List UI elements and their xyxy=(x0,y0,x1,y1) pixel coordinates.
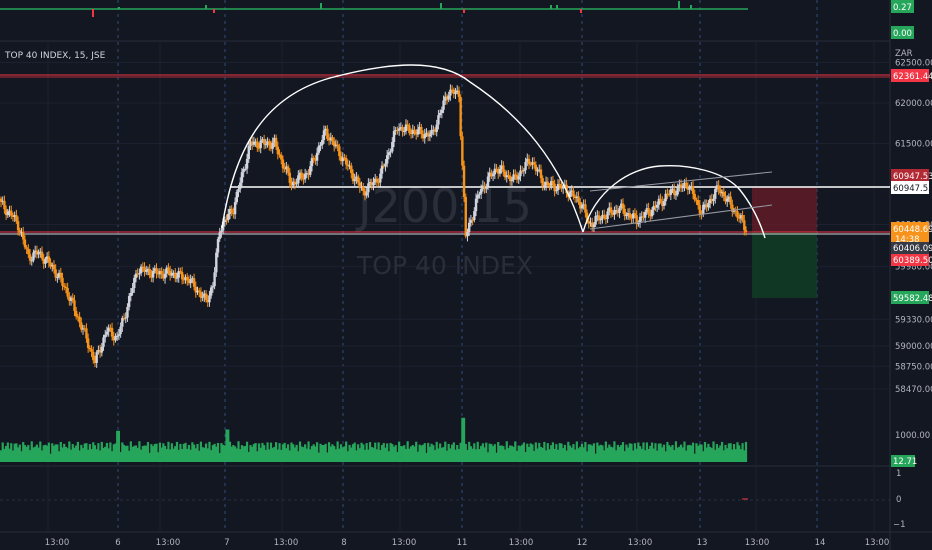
candle xyxy=(461,131,464,170)
badge-top-indicator: 0.27 xyxy=(891,0,914,13)
svg-text:60389.50: 60389.50 xyxy=(893,256,932,266)
time-tick-label: 11 xyxy=(457,538,468,548)
price-tick-label: 58750.00 xyxy=(895,362,932,372)
time-tick-label: 12 xyxy=(577,538,588,548)
time-tick-label: 13:00 xyxy=(628,538,653,548)
price-tick-label: 62000.00 xyxy=(895,99,932,109)
watermark-name: TOP 40 INDEX xyxy=(356,251,533,280)
time-tick-label: 7 xyxy=(224,538,229,548)
top-indicator-bar xyxy=(440,3,442,9)
badge-current-price: 60448.69 14:38 xyxy=(891,222,932,245)
bottom-tick-0: 0 xyxy=(896,495,901,505)
price-tick-label: 59000.00 xyxy=(895,342,932,352)
svg-text:0.27: 0.27 xyxy=(893,3,912,13)
top-indicator-bar xyxy=(678,1,680,9)
top-indicator-bar xyxy=(213,9,215,13)
price-tick-label: 59330.00 xyxy=(895,315,932,325)
badge-support-low: 60389.50 xyxy=(891,254,932,266)
volume-bar xyxy=(744,441,748,462)
top-indicator-bar xyxy=(320,3,322,9)
badge-stop-level: 60947.53 xyxy=(891,169,932,182)
time-tick-label: 13:00 xyxy=(274,538,299,548)
badge-support-high: 60406.09 xyxy=(891,242,932,254)
top-indicator-bar xyxy=(550,5,552,9)
time-tick-label: 13:00 xyxy=(509,538,534,548)
top-indicator-bar xyxy=(463,9,465,13)
bottom-tick-1: 1 xyxy=(896,469,901,479)
svg-text:62361.44: 62361.44 xyxy=(893,72,932,82)
symbol-title[interactable]: TOP 40 INDEX, 15, JSE xyxy=(4,51,106,61)
stop-loss-zone[interactable] xyxy=(752,187,817,232)
time-tick-label: 13:00 xyxy=(392,538,417,548)
currency-label: ZAR xyxy=(895,49,913,59)
time-tick-label: 13:00 xyxy=(45,538,70,548)
time-tick-label: 6 xyxy=(115,538,120,548)
time-tick-label: 8 xyxy=(341,538,346,548)
badge-volume: 12.71 xyxy=(891,455,917,467)
svg-text:0.00: 0.00 xyxy=(893,29,912,39)
candle xyxy=(464,193,467,239)
badge-target: 59582.48 xyxy=(891,291,932,304)
badge-top-zero: 0.00 xyxy=(891,26,914,39)
take-profit-zone[interactable] xyxy=(752,232,817,298)
top-indicator-bar xyxy=(690,5,692,9)
price-tick-label: 61500.00 xyxy=(895,140,932,150)
top-indicator-bar xyxy=(205,5,207,9)
time-tick-label: 13:00 xyxy=(156,538,181,548)
top-indicator-bar xyxy=(118,7,120,9)
price-tick-label: 62500.00 xyxy=(895,59,932,69)
price-tick-label: 58470.00 xyxy=(895,385,932,395)
svg-text:60448.69: 60448.69 xyxy=(893,225,932,235)
top-indicator-bar xyxy=(556,5,558,9)
volume-axis-label: 1000.00 xyxy=(895,431,930,441)
badge-neckline: 60947.53 xyxy=(891,181,932,194)
time-tick-label: 13:00 xyxy=(865,538,890,548)
top-indicator-bar xyxy=(580,9,582,13)
badge-resistance: 62361.44 xyxy=(891,69,932,82)
svg-text:60406.09: 60406.09 xyxy=(893,244,932,254)
svg-text:12.71: 12.71 xyxy=(893,457,917,467)
svg-text:59582.48: 59582.48 xyxy=(893,294,932,304)
bottom-tick-neg1: −1 xyxy=(893,520,906,530)
candle xyxy=(462,160,466,203)
candle xyxy=(459,94,462,141)
time-axis[interactable]: 13:00 6 13:00 7 13:00 8 13:00 11 13:00 12 13:00 13 1… xyxy=(45,538,890,548)
chart-canvas[interactable]: J200 15 TOP 40 INDEX TOP 40 INDEX, 15, JS… xyxy=(0,0,932,550)
time-tick-label: 14 xyxy=(815,538,826,548)
svg-text:60947.53: 60947.53 xyxy=(893,172,932,182)
time-tick-label: 13 xyxy=(697,538,708,548)
top-indicator-bar xyxy=(92,9,94,17)
svg-text:60947.53: 60947.53 xyxy=(893,184,932,194)
time-tick-label: 13:00 xyxy=(745,538,770,548)
